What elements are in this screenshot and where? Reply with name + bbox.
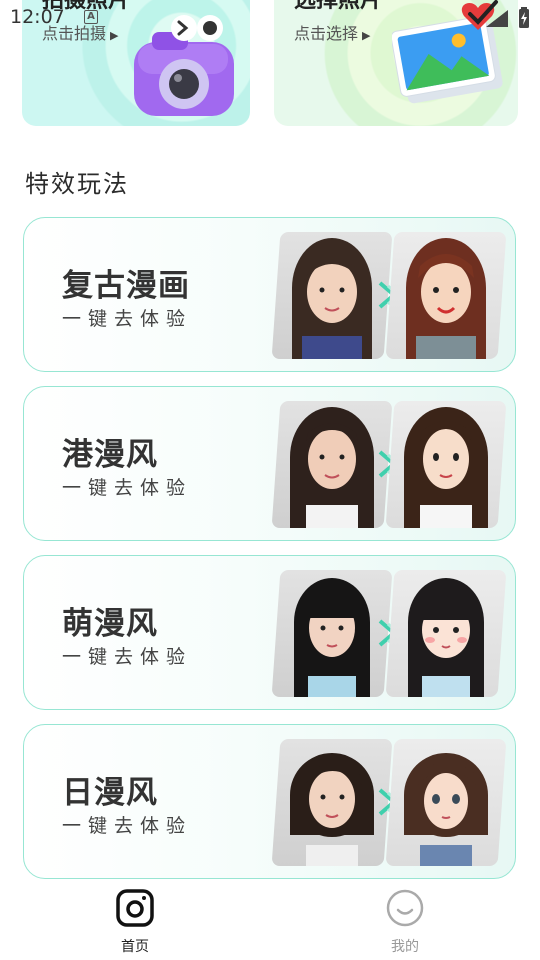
effect-card-cute-comic[interactable]: 萌漫风 一键去体验 [23, 555, 516, 710]
nav-mine[interactable]: 我的 [365, 888, 445, 956]
after-photo [385, 232, 507, 359]
effect-cta: 一键去体验 [62, 646, 193, 668]
after-photo [385, 570, 507, 697]
before-photo [271, 232, 393, 359]
a-notification-icon: A [84, 10, 98, 24]
effect-title: 复古漫画 [62, 268, 190, 304]
effect-title: 萌漫风 [62, 606, 158, 642]
effect-card-hk-comic[interactable]: 港漫风 一键去体验 [23, 386, 516, 541]
effect-title: 日漫风 [62, 775, 158, 811]
effect-cta: 一键去体验 [62, 815, 193, 837]
nav-home-label: 首页 [121, 939, 149, 955]
nav-mine-label: 我的 [391, 939, 419, 955]
nav-home[interactable]: 首页 [95, 888, 175, 956]
smile-icon [386, 889, 424, 927]
section-title: 特效玩法 [25, 170, 129, 198]
status-time: 12:07 [10, 6, 65, 28]
app-screen: 12:07 A 拍摄照片 点击拍摄 ▶ 选择照片 点击选择 ▶ 特效玩法 复古漫… [0, 0, 540, 960]
signal-icon [486, 10, 508, 27]
bottom-nav: 首页 我的 [0, 880, 540, 960]
effect-cta: 一键去体验 [62, 308, 193, 330]
before-photo [271, 401, 393, 528]
before-photo [271, 570, 393, 697]
after-photo [385, 739, 507, 866]
status-bar: 12:07 A [0, 0, 540, 36]
camera-square-icon [116, 889, 154, 927]
after-photo [385, 401, 507, 528]
battery-icon [519, 7, 529, 28]
effect-title: 港漫风 [62, 437, 158, 473]
effect-cta: 一键去体验 [62, 477, 193, 499]
effect-card-retro-comic[interactable]: 复古漫画 一键去体验 [23, 217, 516, 372]
before-photo [271, 739, 393, 866]
effect-card-japanese-comic[interactable]: 日漫风 一键去体验 [23, 724, 516, 879]
